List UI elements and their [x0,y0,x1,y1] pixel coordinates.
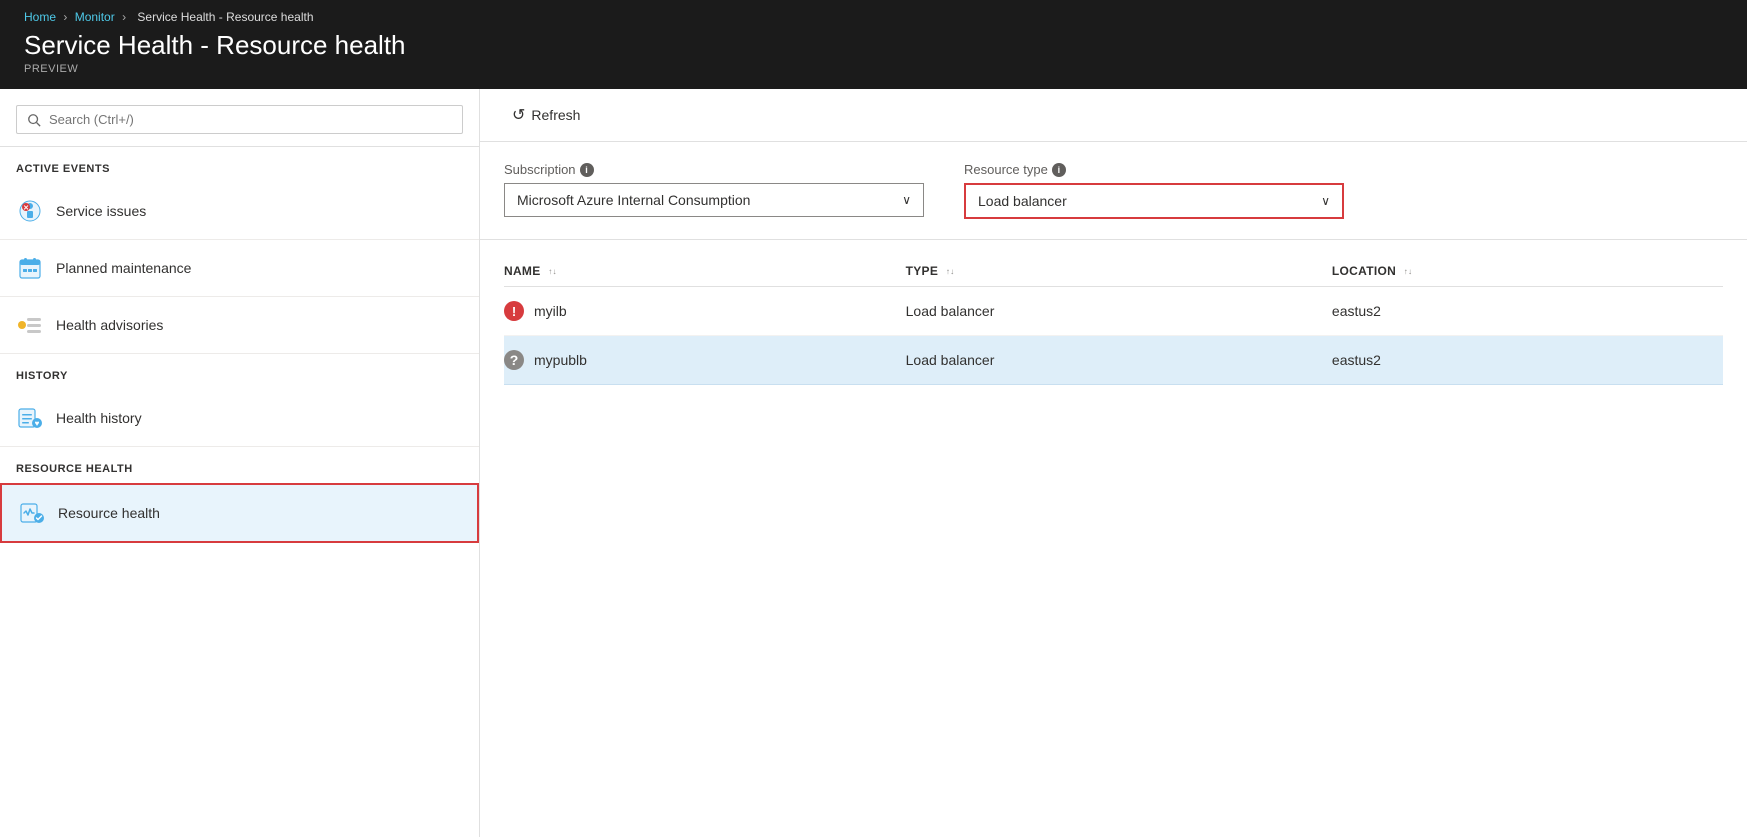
health-history-label: Health history [56,410,142,426]
refresh-label: Refresh [531,107,580,123]
sidebar-search-container [0,89,479,147]
content-area: ↺ Refresh Subscription i Microsoft Azure… [480,89,1747,837]
sidebar-item-service-issues[interactable]: ✕ Service issues [0,183,479,240]
subscription-filter: Subscription i Microsoft Azure Internal … [504,162,924,217]
resource-type-select[interactable]: Load balancer ∨ [964,183,1344,219]
status-error-icon: ! [504,301,524,321]
planned-maintenance-label: Planned maintenance [56,260,191,276]
resource-name: myilb [534,303,567,319]
resource-health-icon [18,499,46,527]
page-subtitle: PREVIEW [24,63,1723,75]
th-location[interactable]: LOCATION ↑↓ [1332,256,1723,287]
resource-health-item-label: Resource health [58,505,160,521]
svg-text:✕: ✕ [23,205,29,212]
sidebar-item-health-history[interactable]: ♥ Health history [0,390,479,447]
location-sort-icon: ↑↓ [1404,268,1413,276]
type-sort-icon: ↑↓ [946,268,955,276]
health-advisories-label: Health advisories [56,317,163,333]
search-box[interactable] [16,105,463,134]
resource-health-label: RESOURCE HEALTH [0,447,479,483]
subscription-value: Microsoft Azure Internal Consumption [517,192,750,208]
page-header: Home › Monitor › Service Health - Resour… [0,0,1747,89]
service-issues-label: Service issues [56,203,146,219]
resource-name: mypublb [534,352,587,368]
td-type: Load balancer [906,336,1332,385]
resource-type-value: Load balancer [978,193,1067,209]
resource-type-info-icon: i [1052,163,1066,177]
sidebar: ACTIVE EVENTS ✕ Service issues [0,89,480,837]
active-events-label: ACTIVE EVENTS [0,147,479,183]
service-issues-icon: ✕ [16,197,44,225]
filters-row: Subscription i Microsoft Azure Internal … [480,142,1747,240]
td-name: ! myilb [504,287,906,336]
resource-type-label: Resource type i [964,162,1344,177]
subscription-label: Subscription i [504,162,924,177]
history-label: HISTORY [0,354,479,390]
td-type: Load balancer [906,287,1332,336]
refresh-icon: ↺ [512,105,525,125]
planned-maintenance-icon [16,254,44,282]
health-history-icon: ♥ [16,404,44,432]
sidebar-item-health-advisories[interactable]: Health advisories [0,297,479,354]
table-header-row: NAME ↑↓ TYPE ↑↓ LOCATION ↑↓ [504,256,1723,287]
th-name[interactable]: NAME ↑↓ [504,256,906,287]
resource-type-chevron-icon: ∨ [1321,194,1330,208]
status-unknown-icon: ? [504,350,524,370]
health-advisories-icon [16,311,44,339]
td-location: eastus2 [1332,287,1723,336]
breadcrumb-monitor[interactable]: Monitor [75,10,115,24]
search-icon [27,113,41,127]
td-name: ? mypublb [504,336,906,385]
search-input[interactable] [49,112,452,127]
th-type[interactable]: TYPE ↑↓ [906,256,1332,287]
table-row[interactable]: ! myilb Load balancer eastus2 [504,287,1723,336]
subscription-select[interactable]: Microsoft Azure Internal Consumption ∨ [504,183,924,217]
refresh-button[interactable]: ↺ Refresh [504,101,588,129]
breadcrumb: Home › Monitor › Service Health - Resour… [24,10,1723,24]
table-container: NAME ↑↓ TYPE ↑↓ LOCATION ↑↓ [480,240,1747,837]
toolbar: ↺ Refresh [480,89,1747,142]
name-sort-icon: ↑↓ [548,268,557,276]
td-location: eastus2 [1332,336,1723,385]
sidebar-item-planned-maintenance[interactable]: Planned maintenance [0,240,479,297]
breadcrumb-current: Service Health - Resource health [137,10,313,24]
page-title: Service Health - Resource health [24,30,1723,61]
breadcrumb-home[interactable]: Home [24,10,56,24]
svg-text:♥: ♥ [35,419,40,428]
resources-table: NAME ↑↓ TYPE ↑↓ LOCATION ↑↓ [504,256,1723,385]
main-layout: ACTIVE EVENTS ✕ Service issues [0,89,1747,837]
subscription-info-icon: i [580,163,594,177]
table-row[interactable]: ? mypublb Load balancer eastus2 [504,336,1723,385]
subscription-chevron-icon: ∨ [902,193,911,207]
sidebar-item-resource-health[interactable]: Resource health [0,483,479,543]
resource-type-filter: Resource type i Load balancer ∨ [964,162,1344,219]
